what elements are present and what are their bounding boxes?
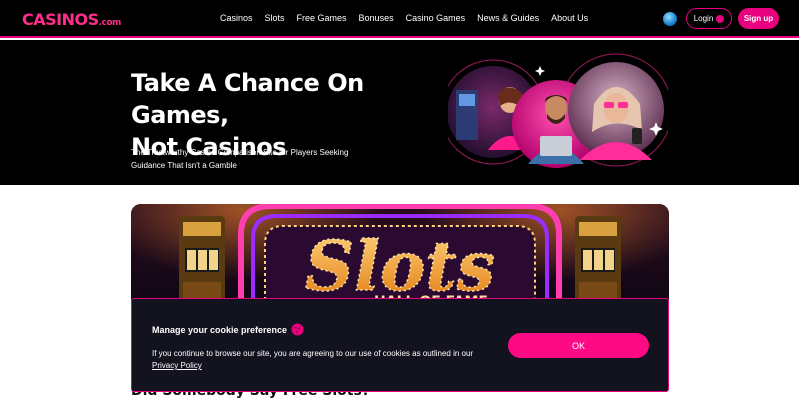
- privacy-policy-link[interactable]: Privacy Policy: [152, 361, 202, 370]
- nav-item-casinos[interactable]: Casinos: [220, 13, 253, 23]
- nav-item-about-us[interactable]: About Us: [551, 13, 588, 23]
- nav-item-news-guides[interactable]: News & Guides: [477, 13, 539, 23]
- cookie-title-text: Manage your cookie preference: [152, 324, 288, 335]
- logo-text: CASINOS: [22, 10, 99, 29]
- cookie-title: Manage your cookie preference: [152, 323, 304, 336]
- site-header: CASINOS.com Casinos Slots Free Games Bon…: [0, 0, 799, 38]
- hero-title-line1: Take A Chance On Games,: [131, 69, 364, 129]
- main-nav: Casinos Slots Free Games Bonuses Casino …: [220, 13, 600, 23]
- globe-icon[interactable]: [663, 12, 677, 26]
- cookie-consent-modal: Manage your cookie preference If you con…: [131, 298, 669, 392]
- hero-subtitle: The Trustworthy Casino Comparison Site f…: [131, 148, 349, 170]
- page: CASINOS.com Casinos Slots Free Games Bon…: [0, 0, 799, 407]
- user-icon: [716, 14, 725, 23]
- cookie-body-text: If you continue to browse our site, you …: [152, 349, 474, 358]
- nav-item-bonuses[interactable]: Bonuses: [359, 13, 394, 23]
- login-label: Login: [693, 14, 714, 23]
- signup-button[interactable]: Sign up: [738, 8, 779, 29]
- logo-suffix: .com: [98, 18, 122, 28]
- nav-item-free-games[interactable]: Free Games: [297, 13, 347, 23]
- nav-item-slots[interactable]: Slots: [265, 13, 285, 23]
- cookie-icon: [291, 323, 304, 336]
- site-logo[interactable]: CASINOS.com: [22, 10, 121, 29]
- hero-section: Take A Chance On Games, Not Casinos The …: [0, 40, 799, 185]
- cookie-ok-button[interactable]: OK: [508, 333, 649, 358]
- login-button[interactable]: Login: [686, 8, 732, 29]
- nav-item-casino-games[interactable]: Casino Games: [406, 13, 466, 23]
- hero-illustration: [448, 53, 668, 168]
- cookie-body: If you continue to browse our site, you …: [152, 348, 492, 372]
